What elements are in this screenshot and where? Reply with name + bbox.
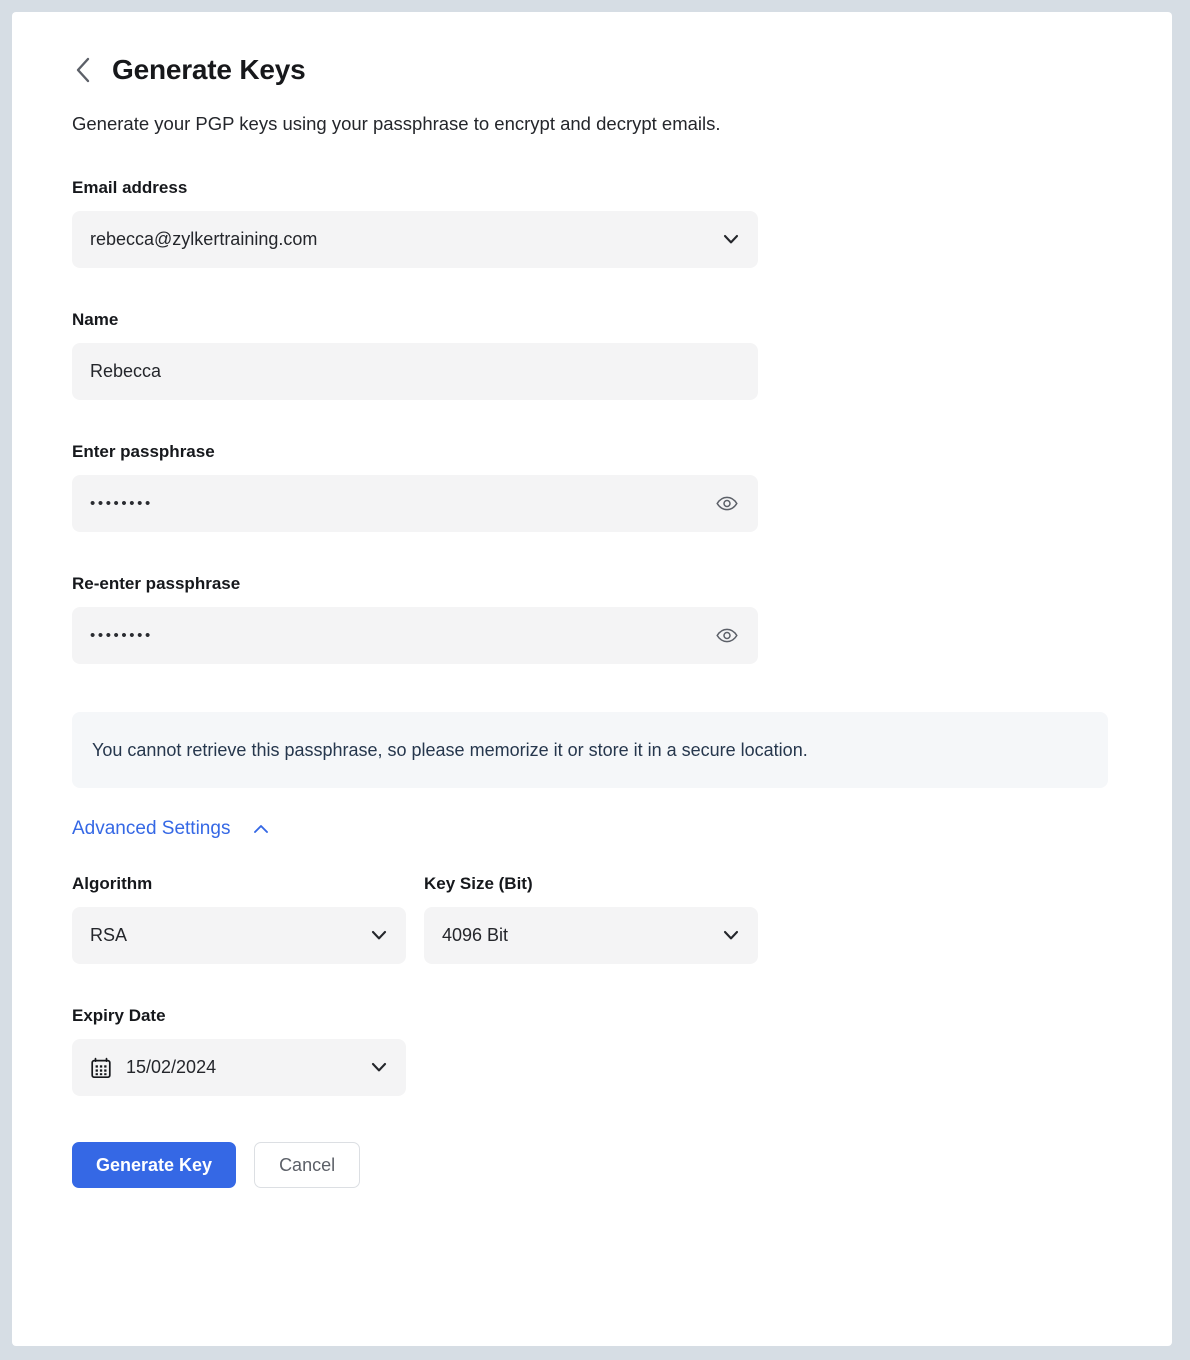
expiry-date-value: 15/02/2024 bbox=[126, 1057, 370, 1078]
algorithm-select[interactable]: RSA bbox=[72, 907, 406, 964]
email-value: rebecca@zylkertraining.com bbox=[90, 229, 722, 250]
name-value: Rebecca bbox=[90, 361, 740, 382]
algorithm-label: Algorithm bbox=[72, 874, 406, 894]
generate-key-button[interactable]: Generate Key bbox=[72, 1142, 236, 1188]
key-size-value: 4096 Bit bbox=[442, 925, 722, 946]
eye-icon[interactable] bbox=[714, 491, 740, 517]
passphrase-value: •••••••• bbox=[90, 495, 714, 512]
back-button[interactable] bbox=[72, 55, 94, 85]
form-actions: Generate Key Cancel bbox=[72, 1142, 1112, 1188]
chevron-down-icon bbox=[722, 927, 740, 945]
passphrase-input[interactable]: •••••••• bbox=[72, 475, 758, 532]
eye-icon[interactable] bbox=[714, 623, 740, 649]
expiry-date-field-block: Expiry Date bbox=[72, 1006, 1112, 1096]
key-size-field-block: Key Size (Bit) 4096 Bit bbox=[424, 874, 758, 964]
key-size-label: Key Size (Bit) bbox=[424, 874, 758, 894]
algorithm-field-block: Algorithm RSA bbox=[72, 874, 406, 964]
name-field-block: Name Rebecca bbox=[72, 310, 1112, 400]
passphrase-confirm-field-block: Re-enter passphrase •••••••• bbox=[72, 574, 1112, 664]
email-select[interactable]: rebecca@zylkertraining.com bbox=[72, 211, 758, 268]
passphrase-confirm-value: •••••••• bbox=[90, 627, 714, 644]
chevron-up-icon bbox=[252, 820, 270, 838]
key-size-select[interactable]: 4096 Bit bbox=[424, 907, 758, 964]
passphrase-info-text: You cannot retrieve this passphrase, so … bbox=[92, 738, 808, 762]
algorithm-value: RSA bbox=[90, 925, 370, 946]
chevron-down-icon bbox=[370, 927, 388, 945]
passphrase-confirm-label: Re-enter passphrase bbox=[72, 574, 1112, 594]
advanced-settings-toggle[interactable]: Advanced Settings bbox=[72, 818, 270, 840]
passphrase-label: Enter passphrase bbox=[72, 442, 1112, 462]
calendar-icon bbox=[90, 1057, 112, 1079]
page-title: Generate Keys bbox=[112, 56, 306, 84]
page-header: Generate Keys bbox=[72, 50, 1112, 90]
passphrase-info-banner: You cannot retrieve this passphrase, so … bbox=[72, 712, 1108, 788]
email-label: Email address bbox=[72, 178, 1112, 198]
expiry-date-label: Expiry Date bbox=[72, 1006, 1112, 1026]
advanced-settings-panel: Algorithm RSA Key Size (Bit) 4096 Bit bbox=[72, 874, 1112, 964]
page-subtitle: Generate your PGP keys using your passph… bbox=[72, 112, 1112, 136]
chevron-left-icon bbox=[75, 57, 91, 83]
chevron-down-icon bbox=[370, 1059, 388, 1077]
cancel-button[interactable]: Cancel bbox=[254, 1142, 360, 1188]
passphrase-field-block: Enter passphrase •••••••• bbox=[72, 442, 1112, 532]
expiry-date-picker[interactable]: 15/02/2024 bbox=[72, 1039, 406, 1096]
advanced-settings-label: Advanced Settings bbox=[72, 818, 230, 840]
chevron-down-icon bbox=[722, 231, 740, 249]
name-input[interactable]: Rebecca bbox=[72, 343, 758, 400]
generate-keys-card: Generate Keys Generate your PGP keys usi… bbox=[12, 12, 1172, 1346]
passphrase-confirm-input[interactable]: •••••••• bbox=[72, 607, 758, 664]
email-field-block: Email address rebecca@zylkertraining.com bbox=[72, 178, 1112, 268]
name-label: Name bbox=[72, 310, 1112, 330]
